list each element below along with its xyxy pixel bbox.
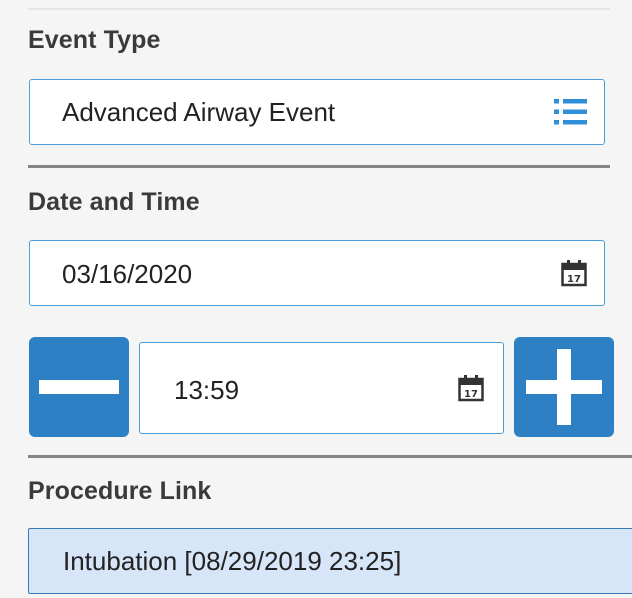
time-value: 13:59 bbox=[174, 375, 240, 405]
svg-text:17: 17 bbox=[567, 274, 581, 285]
top-divider bbox=[28, 8, 610, 10]
event-type-label: Event Type bbox=[28, 26, 161, 54]
calendar-icon[interactable]: 17 bbox=[561, 259, 587, 287]
svg-text:17: 17 bbox=[464, 389, 478, 400]
list-icon[interactable] bbox=[554, 97, 588, 127]
procedure-link-value: Intubation [08/29/2019 23:25] bbox=[63, 546, 402, 576]
time-input[interactable]: 13:59 17 bbox=[139, 342, 504, 434]
minus-icon bbox=[39, 380, 119, 394]
date-time-label: Date and Time bbox=[28, 188, 200, 216]
date-value: 03/16/2020 bbox=[62, 259, 193, 289]
section-divider bbox=[28, 165, 610, 168]
event-type-value: Advanced Airway Event bbox=[62, 97, 336, 127]
procedure-link-item[interactable]: Intubation [08/29/2019 23:25] bbox=[28, 528, 632, 594]
procedure-link-label: Procedure Link bbox=[28, 477, 212, 505]
calendar-icon[interactable]: 17 bbox=[458, 374, 484, 402]
decrement-button[interactable] bbox=[29, 337, 129, 437]
plus-icon bbox=[526, 349, 602, 425]
date-input[interactable]: 03/16/2020 17 bbox=[29, 240, 605, 306]
event-type-select[interactable]: Advanced Airway Event bbox=[29, 79, 605, 145]
section-divider bbox=[28, 455, 632, 458]
increment-button[interactable] bbox=[514, 337, 614, 437]
event-form: Event Type Advanced Airway Event Date an… bbox=[0, 0, 632, 598]
